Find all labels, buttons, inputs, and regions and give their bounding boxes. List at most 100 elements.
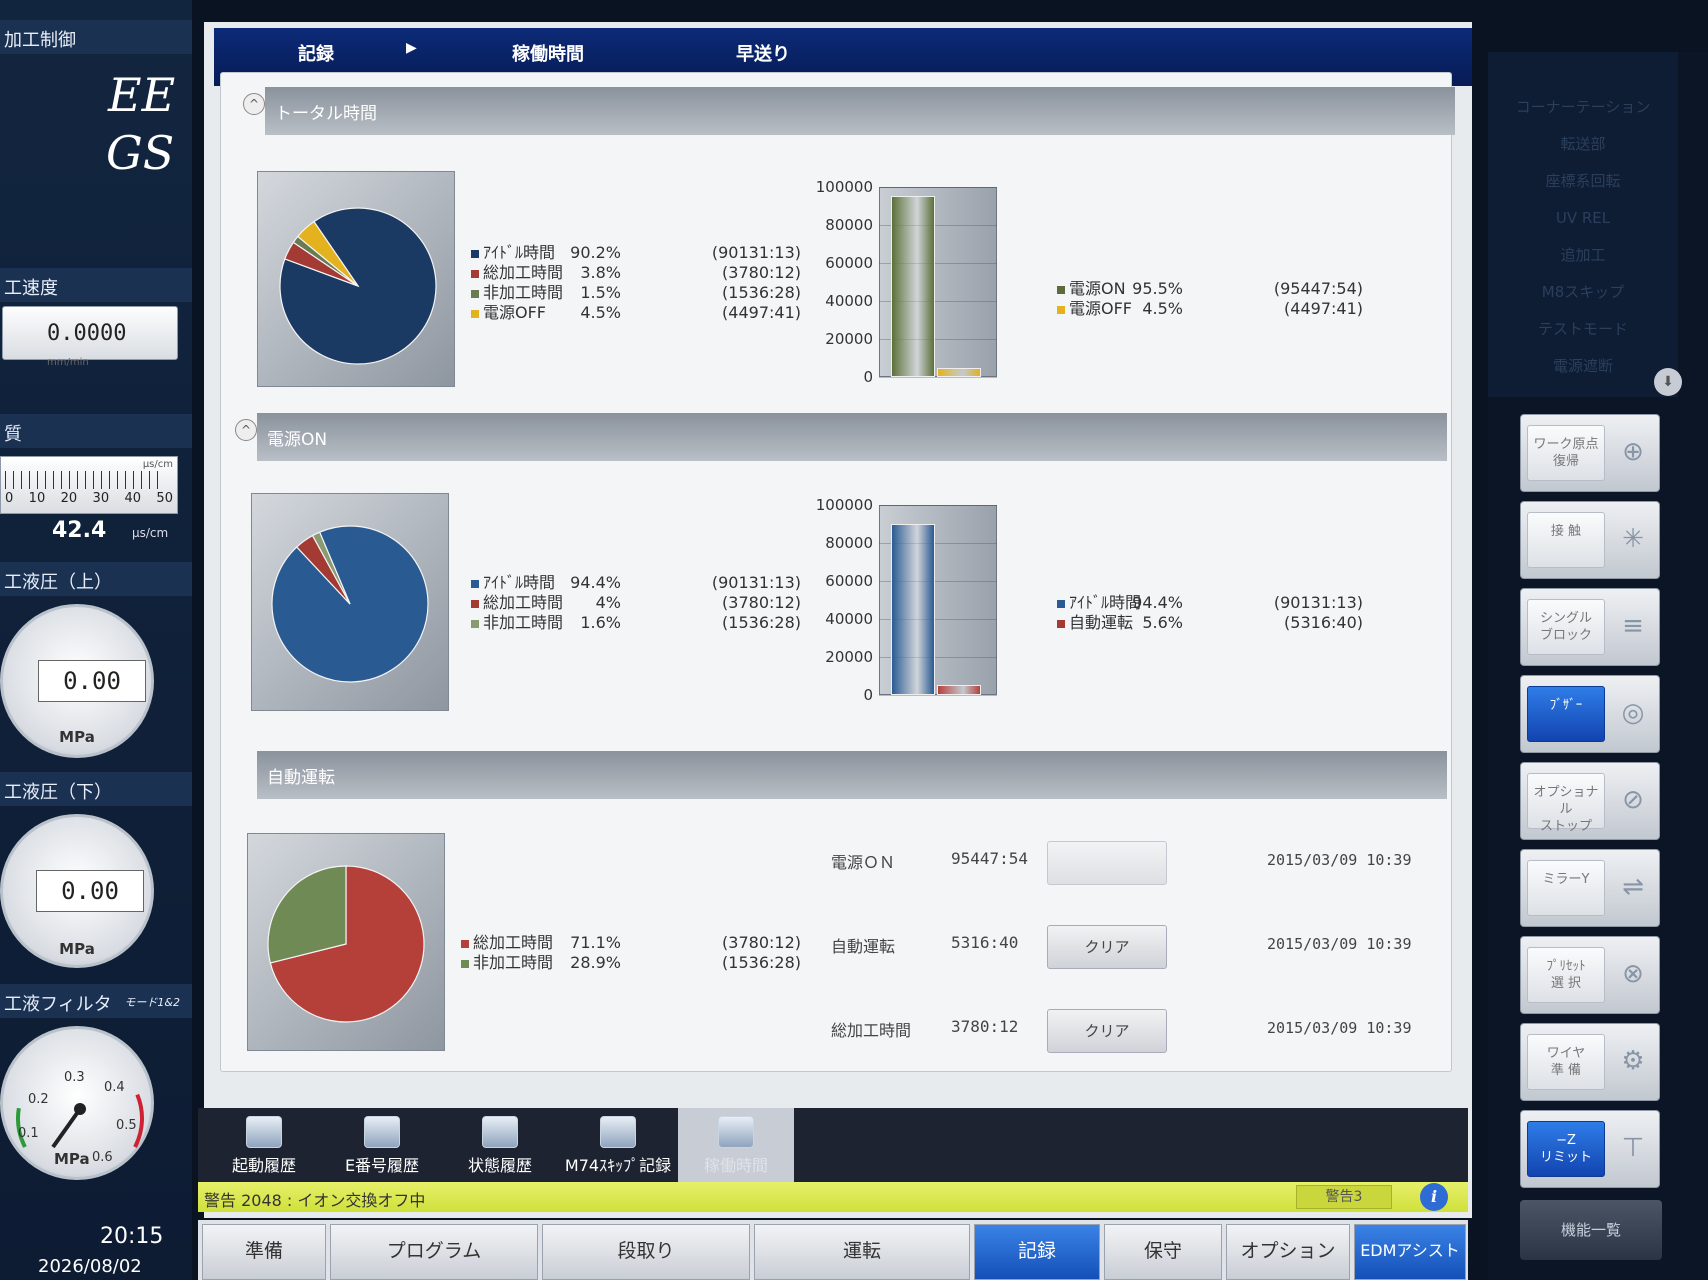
right-function-button[interactable]: ﾌﾞｻﾞｰ ◎ <box>1520 675 1660 753</box>
legend-time: (5316:40) <box>1284 613 1363 632</box>
legend-swatch <box>461 939 469 948</box>
right-function-button[interactable]: ミラーY ⇌ <box>1520 849 1660 927</box>
gridline <box>879 505 997 506</box>
right-button-icon: ⇌ <box>1622 872 1644 902</box>
section-total-time: トータル時間 <box>265 87 1455 135</box>
function-list-button[interactable]: 機能一覧 <box>1520 1200 1662 1260</box>
right-button-icon: ⊘ <box>1622 785 1644 815</box>
legend-time: (1536:28) <box>722 283 801 302</box>
pressure-lower-label: 工液圧（下） <box>0 772 192 806</box>
legend-percent: 4.5% <box>1142 299 1183 318</box>
right-button-label: ﾌﾟﾘｾｯﾄ 選 択 <box>1527 947 1605 1003</box>
collapse-icon[interactable]: ^ <box>235 419 257 441</box>
collapse-icon[interactable]: ^ <box>243 93 265 115</box>
history-tab[interactable]: 稼働時間 <box>678 1108 794 1182</box>
right-button-icon: ◎ <box>1621 698 1645 728</box>
y-tick-label: 20000 <box>825 648 873 666</box>
counter-label: 自動運転 <box>831 937 896 956</box>
clock-date: 2026/08/02 <box>38 1256 142 1277</box>
right-menu: コーナーテーション 転送部 座標系回転 UV REL 追加工 M8スキップ テストモード 電源… <box>1488 52 1678 397</box>
legend-item: 電源OFF 4.5% (4497:41) <box>1057 299 1397 319</box>
right-menu-item[interactable]: 電源遮断 <box>1488 348 1678 385</box>
meter-tick-label: 40 <box>124 491 142 506</box>
right-menu-item[interactable]: コーナーテーション <box>1488 89 1678 126</box>
meter-tick-labels: 0 10 20 30 40 50 <box>1 491 177 506</box>
mode-button[interactable]: 段取り <box>542 1224 750 1280</box>
tab-operating-time[interactable]: 稼働時間 <box>512 40 584 66</box>
right-function-button[interactable]: オプショナル ストップ ⊘ <box>1520 762 1660 840</box>
filter-tick-label: 0.1 <box>18 1126 39 1141</box>
history-tab[interactable]: M74ｽｷｯﾌﾟ記録 <box>560 1108 676 1182</box>
pressure-upper-unit: MPa <box>59 728 95 746</box>
history-tab-label: E番号履歴 <box>344 1156 420 1175</box>
legend-item: ｱｲﾄﾞﾙ時間 94.4% (90131:13) <box>471 573 841 593</box>
legend-item: 電源ON 95.5% (95447:54) <box>1057 279 1397 299</box>
right-menu-item[interactable]: 座標系回転 <box>1488 163 1678 200</box>
tab-rapid-traverse[interactable]: 早送り <box>736 40 790 66</box>
power-pie-box <box>251 493 449 711</box>
counter-value: 3780:12 <box>951 1017 1019 1036</box>
legend-percent: 5.6% <box>1142 613 1183 632</box>
mode-button[interactable]: 運転 <box>754 1224 970 1280</box>
clear-button[interactable]: クリア <box>1047 1009 1167 1053</box>
mode-button[interactable]: 記録 <box>974 1224 1100 1280</box>
counter-value: 95447:54 <box>951 849 1029 868</box>
mode-button[interactable]: 保守 <box>1104 1224 1222 1280</box>
meter-tick-label: 10 <box>28 491 46 506</box>
right-menu-item[interactable] <box>1488 52 1678 89</box>
clear-button[interactable]: クリア <box>1047 925 1167 969</box>
total-pie-chart <box>279 207 437 365</box>
legend-item: 総加工時間 3.8% (3780:12) <box>471 263 841 283</box>
clear-button[interactable] <box>1047 841 1167 885</box>
speed-display: 0.0000 mm/min <box>2 306 178 368</box>
logo-gs: GS <box>106 126 175 180</box>
filter-tick-label: 0.4 <box>104 1080 125 1095</box>
legend-swatch <box>461 959 469 968</box>
right-button-label: ﾌﾞｻﾞｰ <box>1527 686 1605 742</box>
mode-button[interactable]: オプション <box>1226 1224 1350 1280</box>
mode-button[interactable]: プログラム <box>330 1224 538 1280</box>
history-tab[interactable]: 状態履歴 <box>442 1108 558 1182</box>
right-function-button[interactable]: シングル ブロック ≡ <box>1520 588 1660 666</box>
right-button-icon: ⊗ <box>1622 959 1644 989</box>
mode-button[interactable]: EDMアシスト <box>1354 1224 1466 1280</box>
right-button-label: オプショナル ストップ <box>1527 773 1605 834</box>
bar <box>937 368 981 377</box>
filter-tick-label: 0.5 <box>116 1118 137 1133</box>
right-function-button[interactable]: ﾌﾟﾘｾｯﾄ 選 択 ⊗ <box>1520 936 1660 1014</box>
legend-time: (3780:12) <box>722 263 801 282</box>
legend-percent: 28.9% <box>570 953 621 972</box>
history-tab[interactable]: E番号履歴 <box>324 1108 440 1182</box>
warning-badge[interactable]: 警告3 <box>1296 1185 1392 1209</box>
meter-tick-label: 0 <box>5 491 14 506</box>
right-function-button[interactable]: 接 触 ✳ <box>1520 501 1660 579</box>
right-menu-item[interactable]: 転送部 <box>1488 126 1678 163</box>
right-function-button[interactable]: ワーク原点 復帰 ⊕ <box>1520 414 1660 492</box>
meter-scale <box>5 471 165 489</box>
counter-date: 2015/03/09 10:39 <box>1267 1019 1412 1037</box>
legend-item: 非加工時間 1.6% (1536:28) <box>471 613 841 633</box>
legend-percent: 95.5% <box>1132 279 1183 298</box>
main-window: 記録 ▶ 稼働時間 早送り ^ トータル時間 ｱｲﾄﾞﾙ時間 90.2% (9013… <box>204 22 1472 1218</box>
right-menu-item[interactable]: UV REL <box>1488 200 1678 237</box>
auto-pie-box <box>247 833 445 1051</box>
legend-percent: 1.6% <box>580 613 621 632</box>
right-function-button[interactable]: −Z リミット ⊤ <box>1520 1110 1660 1188</box>
warning-text: 警告 2048 : イオン交換オフ中 <box>204 1191 426 1210</box>
right-function-button[interactable]: ワイヤ 準 備 ⚙ <box>1520 1023 1660 1101</box>
right-menu-item[interactable]: テストモード <box>1488 311 1678 348</box>
power-bar-chart: 100000 80000 60000 40000 20000 0 <box>809 496 1009 709</box>
power-pie-chart <box>271 525 429 683</box>
mode-bar: 準備 プログラム 段取り 運転 記録 保守 オプション EDMアシスト <box>198 1220 1468 1280</box>
right-menu-item[interactable]: M8スキップ <box>1488 274 1678 311</box>
y-tick-label: 20000 <box>825 330 873 348</box>
logo-ee: EE <box>108 68 176 122</box>
scroll-down-icon[interactable]: ⬇ <box>1654 368 1682 396</box>
mode-button[interactable]: 準備 <box>202 1224 326 1280</box>
y-tick-label: 40000 <box>825 292 873 310</box>
info-icon[interactable]: i <box>1420 1183 1448 1211</box>
tab-record[interactable]: 記録 <box>298 40 334 66</box>
right-menu-item[interactable]: 追加工 <box>1488 237 1678 274</box>
legend-time: (1536:28) <box>722 613 801 632</box>
history-tab[interactable]: 起動履歴 <box>206 1108 322 1182</box>
